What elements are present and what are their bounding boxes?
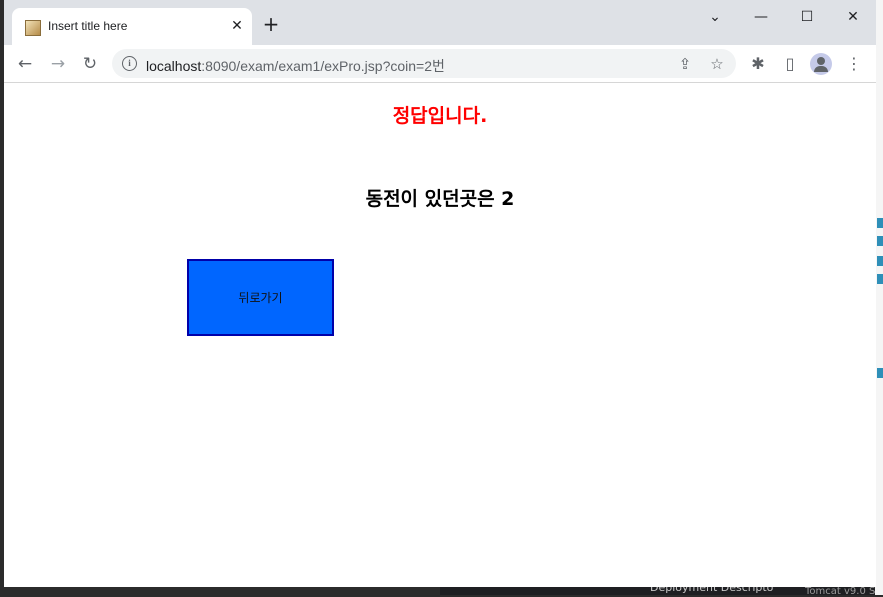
tomcat-label: Tomcat v9.0 S — [805, 586, 876, 597]
menu-icon[interactable]: ⋮ — [842, 52, 866, 76]
browser-window: Insert title here ✕ + ⌄ — ☐ ✕ ← → ↻ i lo… — [4, 0, 876, 587]
result-message: 정답입니다. — [392, 105, 488, 127]
profile-icon[interactable] — [810, 53, 832, 75]
reload-icon[interactable]: ↻ — [77, 51, 103, 77]
star-icon[interactable]: ☆ — [707, 54, 727, 74]
page-content: 정답입니다. 동전이 있던곳은 2 뒤로가기 — [4, 83, 876, 587]
tab-search-dropdown-icon[interactable]: ⌄ — [692, 6, 738, 28]
tab-title: Insert title here — [48, 19, 128, 33]
url-path: :8090/exam/exam1/exPro.jsp?coin=2번 — [201, 58, 445, 74]
maximize-button[interactable]: ☐ — [784, 6, 830, 28]
new-tab-icon[interactable]: + — [260, 14, 282, 36]
share-icon[interactable]: ⇪ — [675, 54, 695, 74]
address-bar[interactable]: i localhost:8090/exam/exam1/exPro.jsp?co… — [112, 49, 736, 78]
tab-close-icon[interactable]: ✕ — [228, 17, 246, 35]
back-icon[interactable]: ← — [12, 51, 38, 77]
ide-side-panel — [875, 0, 883, 595]
url-host: localhost — [146, 58, 202, 74]
back-button[interactable]: 뒤로가기 — [187, 259, 334, 336]
coin-location-text: 동전이 있던곳은 2 — [365, 188, 515, 210]
tab-strip: Insert title here ✕ + ⌄ — ☐ ✕ — [4, 0, 876, 45]
forward-icon[interactable]: → — [45, 51, 71, 77]
tab-insert-title[interactable]: Insert title here ✕ — [12, 8, 252, 45]
minimize-button[interactable]: — — [738, 6, 784, 28]
browser-toolbar: ← → ↻ i localhost:8090/exam/exam1/exPro.… — [4, 45, 876, 83]
sidepanel-icon[interactable]: ▯ — [778, 52, 802, 76]
favicon-icon — [25, 20, 41, 36]
url-text[interactable]: localhost:8090/exam/exam1/exPro.jsp?coin… — [146, 56, 445, 76]
close-window-button[interactable]: ✕ — [830, 6, 876, 28]
extensions-icon[interactable]: ✱ — [746, 52, 770, 76]
info-icon[interactable]: i — [122, 56, 137, 71]
